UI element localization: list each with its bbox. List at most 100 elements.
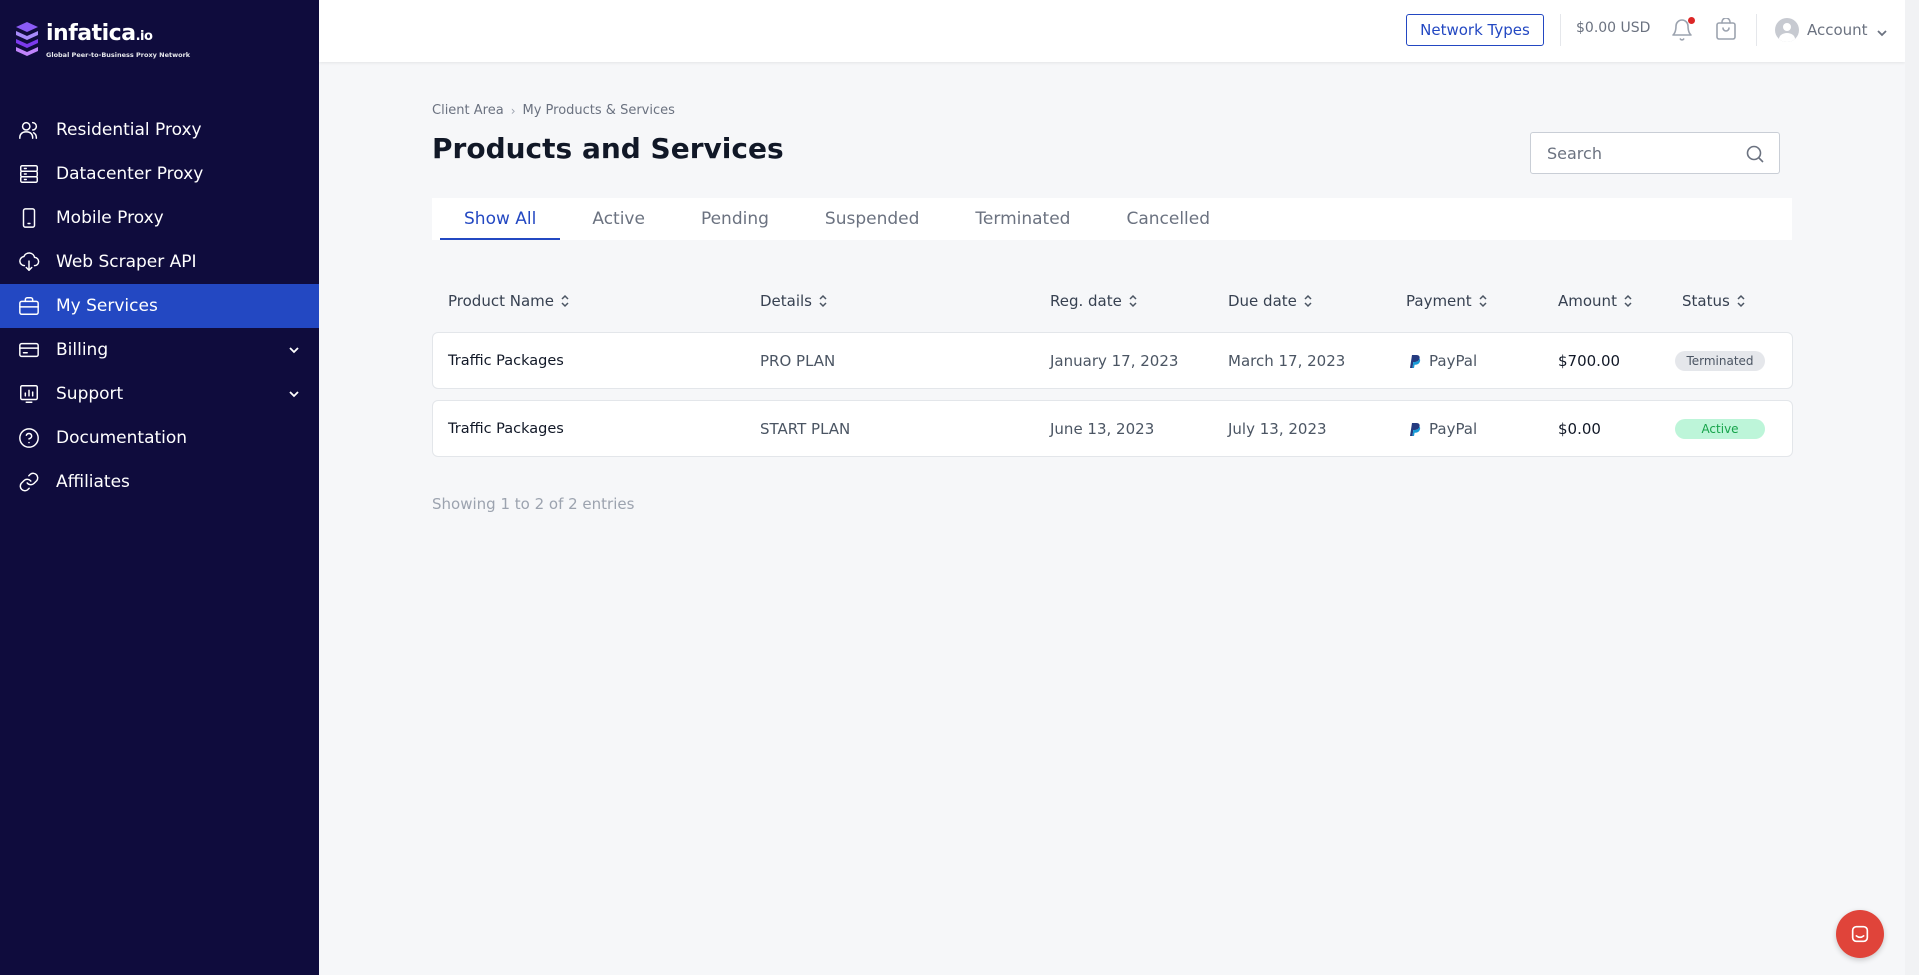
- status-cell: Terminated: [1675, 333, 1765, 388]
- users-icon: [18, 119, 40, 141]
- topbar: [319, 0, 1905, 62]
- sidebar-item-label: Residential Proxy: [56, 120, 202, 140]
- status-badge: Terminated: [1675, 350, 1765, 371]
- amount-cell: $0.00: [1558, 419, 1601, 438]
- search-box: [1530, 132, 1780, 174]
- divider: [1560, 14, 1561, 46]
- column-header-label: Due date: [1228, 292, 1297, 310]
- status-badge: Active: [1675, 418, 1765, 439]
- payment-method-label: PayPal: [1429, 351, 1478, 370]
- entries-info: Showing 1 to 2 of 2 entries: [432, 495, 635, 513]
- column-header-due-date[interactable]: Due date: [1228, 292, 1313, 310]
- account-menu[interactable]: Account: [1775, 18, 1888, 42]
- cloud-download-icon: [18, 251, 40, 273]
- logo-tagline: Global Peer-to-Business Proxy Network: [46, 50, 191, 59]
- help-circle-icon: [18, 427, 40, 449]
- column-header-label: Reg. date: [1050, 292, 1122, 310]
- link-icon: [18, 471, 40, 493]
- table-row[interactable]: Traffic Packages PRO PLAN January 17, 20…: [432, 332, 1793, 389]
- tab-terminated[interactable]: Terminated: [951, 198, 1094, 240]
- sort-icon: [1478, 294, 1488, 308]
- chart-support-icon: [18, 383, 40, 405]
- scrollbar-track[interactable]: [1905, 0, 1919, 975]
- paypal-icon: [1410, 354, 1421, 368]
- sidebar-item-label: Mobile Proxy: [56, 208, 164, 228]
- divider: [1756, 14, 1757, 46]
- column-header-details[interactable]: Details: [760, 292, 828, 310]
- payment-cell: PayPal: [1406, 333, 1477, 388]
- chevron-down-icon[interactable]: [287, 342, 301, 356]
- status-tabs: Show All Active Pending Suspended Termin…: [432, 198, 1792, 240]
- tab-show-all[interactable]: Show All: [440, 198, 561, 240]
- table-row[interactable]: Traffic Packages START PLAN June 13, 202…: [432, 400, 1793, 457]
- infatica-logo[interactable]: infatica.io Global Peer-to-Business Prox…: [14, 20, 190, 60]
- sort-icon: [1736, 294, 1746, 308]
- sidebar-item-label: Billing: [56, 340, 109, 360]
- search-input[interactable]: [1547, 143, 1737, 163]
- column-header-label: Amount: [1558, 292, 1617, 310]
- product-name-cell[interactable]: Traffic Packages: [448, 401, 564, 456]
- breadcrumb-client-area[interactable]: Client Area: [432, 103, 504, 118]
- column-header-amount[interactable]: Amount: [1558, 292, 1633, 310]
- sidebar-item-support[interactable]: Support: [0, 372, 319, 416]
- chat-launcher-button[interactable]: [1836, 910, 1884, 958]
- sidebar-item-label: Datacenter Proxy: [56, 164, 204, 184]
- paypal-icon: [1410, 422, 1421, 436]
- breadcrumb: Client Area › My Products & Services: [432, 103, 675, 118]
- details-cell: PRO PLAN: [760, 351, 836, 370]
- tab-active[interactable]: Active: [568, 198, 669, 240]
- payment-cell: PayPal: [1406, 401, 1477, 456]
- sidebar-item-label: Affiliates: [56, 472, 130, 492]
- details-cell: START PLAN: [760, 419, 851, 438]
- product-name-cell[interactable]: Traffic Packages: [448, 333, 564, 388]
- reg-date-cell: June 13, 2023: [1050, 419, 1155, 438]
- chevron-down-icon[interactable]: [287, 386, 301, 400]
- logo-suffix: .io: [135, 28, 153, 44]
- chevron-right-icon: ›: [510, 103, 516, 118]
- chevron-down-icon: [1876, 24, 1888, 37]
- sidebar-item-my-services[interactable]: My Services: [0, 284, 319, 328]
- column-header-status[interactable]: Status: [1682, 292, 1746, 310]
- cart-icon[interactable]: [1714, 17, 1738, 42]
- column-header-label: Details: [760, 292, 813, 310]
- account-balance: $0.00 USD: [1576, 20, 1651, 36]
- sidebar-item-documentation[interactable]: Documentation: [0, 416, 319, 460]
- network-types-button[interactable]: Network Types: [1406, 14, 1544, 46]
- tab-cancelled[interactable]: Cancelled: [1102, 198, 1234, 240]
- sidebar-item-residential-proxy[interactable]: Residential Proxy: [0, 108, 319, 152]
- sidebar-item-affiliates[interactable]: Affiliates: [0, 460, 319, 504]
- search-icon[interactable]: [1745, 144, 1765, 164]
- status-cell: Active: [1675, 401, 1765, 456]
- sidebar-item-mobile-proxy[interactable]: Mobile Proxy: [0, 196, 319, 240]
- column-header-label: Status: [1682, 292, 1730, 310]
- column-header-label: Payment: [1406, 292, 1472, 310]
- payment-method-label: PayPal: [1429, 419, 1478, 438]
- due-date-cell: March 17, 2023: [1228, 351, 1346, 370]
- chat-icon: [1851, 925, 1869, 943]
- breadcrumb-current: My Products & Services: [522, 103, 675, 118]
- amount-cell: $700.00: [1558, 351, 1621, 370]
- credit-card-icon: [18, 339, 40, 361]
- sidebar: infatica.io Global Peer-to-Business Prox…: [0, 0, 319, 975]
- logo-name: infatica: [46, 20, 136, 46]
- sidebar-item-web-scraper-api[interactable]: Web Scraper API: [0, 240, 319, 284]
- sidebar-item-label: My Services: [56, 296, 158, 316]
- tab-suspended[interactable]: Suspended: [801, 198, 944, 240]
- logo-mark-icon: [16, 22, 38, 56]
- sort-icon: [1303, 294, 1313, 308]
- sort-icon: [1623, 294, 1633, 308]
- sidebar-nav: Residential Proxy Datacenter Proxy Mobil…: [0, 108, 319, 504]
- mobile-icon: [18, 207, 40, 229]
- sidebar-item-billing[interactable]: Billing: [0, 328, 319, 372]
- column-header-product-name[interactable]: Product Name: [448, 292, 570, 310]
- server-icon: [18, 163, 40, 185]
- sidebar-item-label: Web Scraper API: [56, 252, 197, 272]
- tab-pending[interactable]: Pending: [677, 198, 793, 240]
- sidebar-item-datacenter-proxy[interactable]: Datacenter Proxy: [0, 152, 319, 196]
- account-label: Account: [1807, 21, 1868, 39]
- sort-icon: [560, 294, 570, 308]
- column-header-reg-date[interactable]: Reg. date: [1050, 292, 1138, 310]
- page-title: Products and Services: [432, 132, 784, 165]
- column-header-payment[interactable]: Payment: [1406, 292, 1488, 310]
- due-date-cell: July 13, 2023: [1228, 419, 1327, 438]
